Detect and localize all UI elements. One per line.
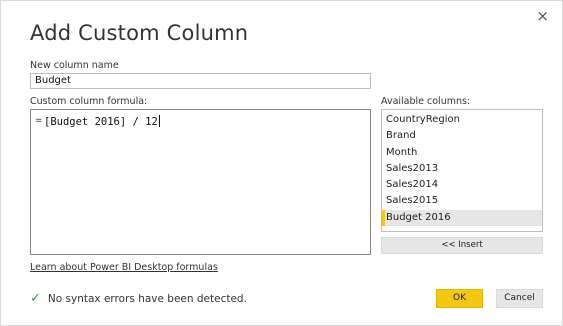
- formula-editor[interactable]: = [Budget 2016] / 12: [30, 109, 371, 255]
- formula-text-wrap: [Budget 2016] / 12: [44, 115, 160, 128]
- syntax-status: ✓ No syntax errors have been detected.: [30, 292, 247, 305]
- check-icon: ✓: [30, 291, 41, 306]
- learn-formulas-link[interactable]: Learn about Power BI Desktop formulas: [30, 262, 218, 273]
- dialog-title: Add Custom Column: [30, 21, 249, 45]
- column-name-label: New column name: [30, 60, 119, 71]
- ok-button[interactable]: OK: [436, 289, 483, 308]
- cancel-button[interactable]: Cancel: [496, 289, 543, 308]
- column-item-sales2013[interactable]: Sales2013: [382, 161, 542, 177]
- formula-text: [Budget 2016] / 12: [44, 116, 158, 128]
- available-columns-label: Available columns:: [381, 96, 471, 107]
- available-columns-list[interactable]: CountryRegion Brand Month Sales2013 Sale…: [381, 109, 543, 232]
- text-caret: [158, 115, 160, 127]
- insert-button[interactable]: << Insert: [381, 237, 543, 254]
- column-item-brand[interactable]: Brand: [382, 128, 542, 144]
- column-name-input[interactable]: Budget: [30, 73, 371, 89]
- formula-label: Custom column formula:: [30, 96, 148, 107]
- column-item-month[interactable]: Month: [382, 145, 542, 161]
- status-message: No syntax errors have been detected.: [47, 292, 247, 305]
- formula-equals-sign: =: [35, 116, 43, 126]
- column-item-budget-2016[interactable]: Budget 2016: [382, 209, 542, 227]
- column-item-sales2015[interactable]: Sales2015: [382, 193, 542, 209]
- close-icon[interactable]: ×: [536, 9, 549, 24]
- column-item-countryregion[interactable]: CountryRegion: [382, 112, 542, 128]
- column-item-sales2014[interactable]: Sales2014: [382, 177, 542, 193]
- add-custom-column-dialog: × Add Custom Column New column name Budg…: [0, 0, 563, 326]
